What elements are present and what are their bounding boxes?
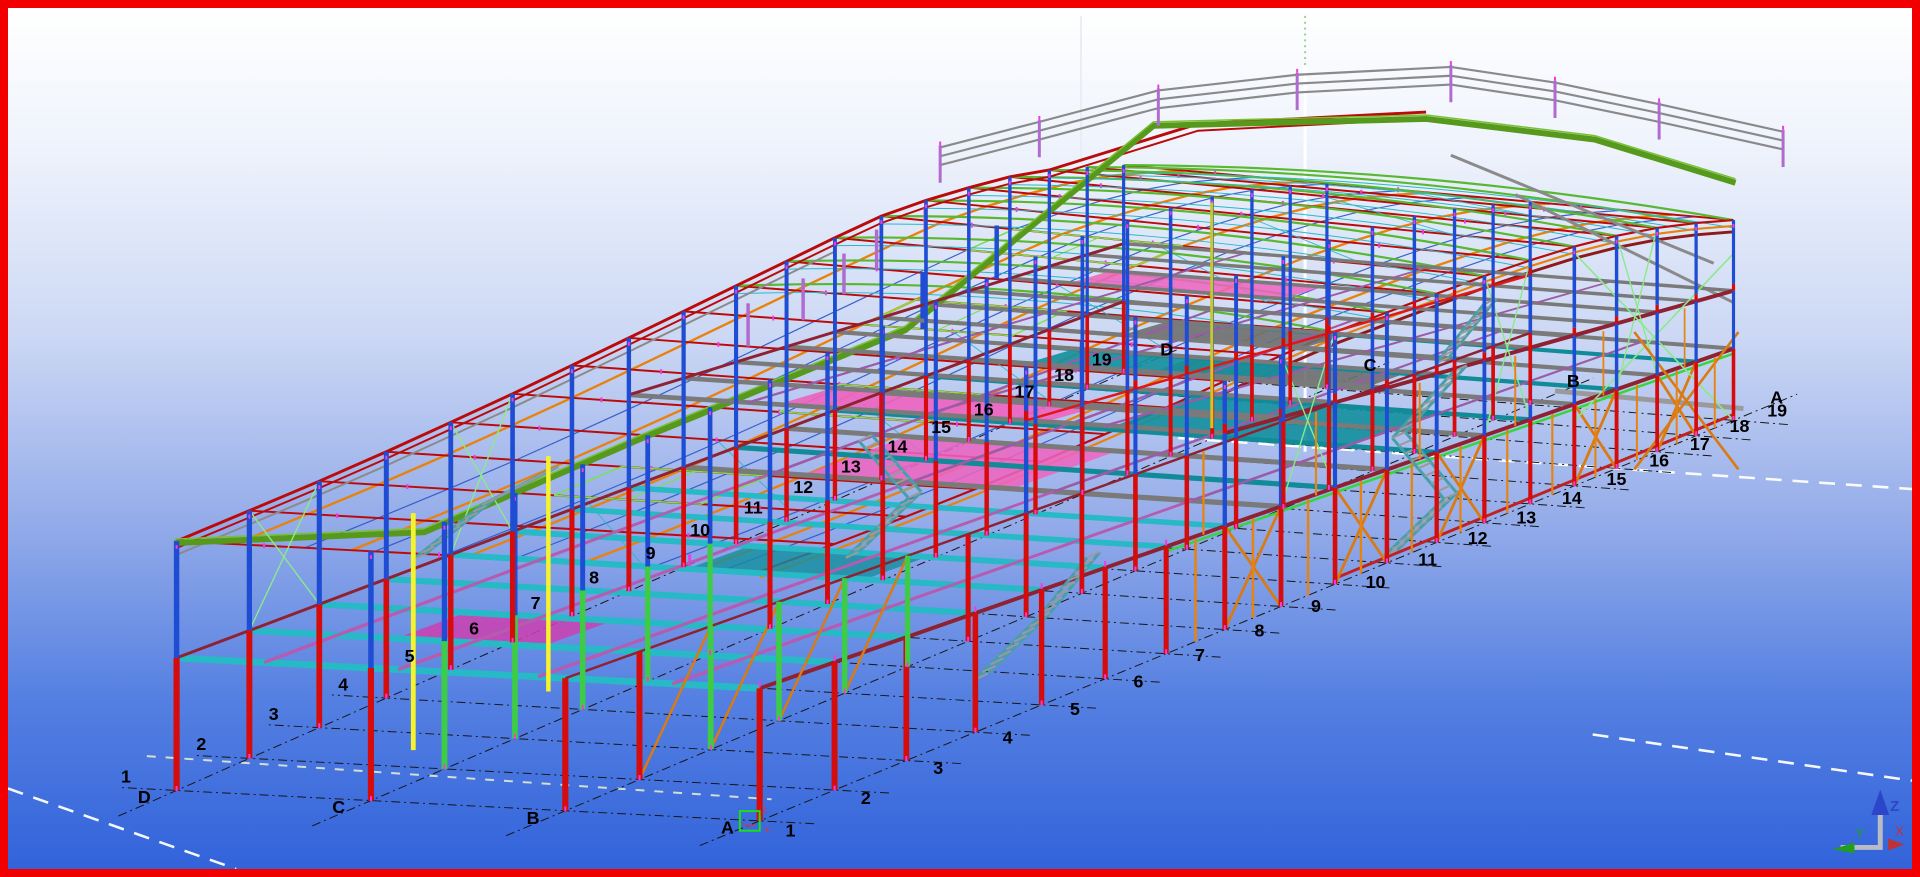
grid-label-front-3[interactable]: 3 [933, 758, 943, 778]
grid-label-front-18[interactable]: 18 [1730, 416, 1750, 436]
grid-label-back-7[interactable]: 7 [531, 593, 541, 613]
grid-label-front-4[interactable]: 4 [1003, 727, 1013, 747]
grid-label-back-14[interactable]: 14 [888, 437, 908, 457]
grid-label-front-11[interactable]: 11 [1418, 550, 1437, 570]
grid-label-front-1[interactable]: 1 [785, 821, 795, 841]
grid-label-back-13[interactable]: 13 [841, 456, 861, 476]
grid-letter-right-C[interactable]: C [1364, 355, 1377, 375]
grid-letter-left-D[interactable]: D [138, 787, 151, 807]
grid-letter-right-D[interactable]: D [1160, 340, 1173, 360]
grid-label-front-13[interactable]: 13 [1516, 508, 1536, 528]
grid-label-back-8[interactable]: 8 [589, 567, 599, 587]
grid-label-back-11[interactable]: 11 [744, 498, 763, 518]
grid-label-front-6[interactable]: 6 [1134, 671, 1144, 691]
grid-label-front-7[interactable]: 7 [1195, 645, 1205, 665]
grid-label-front-15[interactable]: 15 [1607, 469, 1627, 489]
model-window: zxZXY11223344556677889910101111121213131… [0, 0, 1920, 877]
grid-label-back-18[interactable]: 18 [1054, 365, 1074, 385]
grid-label-front-16[interactable]: 16 [1649, 451, 1669, 471]
grid-label-back-17[interactable]: 17 [1015, 382, 1035, 402]
grid-label-front-5[interactable]: 5 [1070, 699, 1080, 719]
grid-label-back-1[interactable]: 1 [121, 767, 131, 787]
axis-y-label: Y [1855, 826, 1864, 841]
axis-x-label: X [1895, 824, 1904, 839]
grid-label-back-15[interactable]: 15 [931, 417, 951, 437]
grid-label-back-10[interactable]: 10 [690, 520, 710, 540]
origin-z-letter: z [762, 805, 767, 816]
grid-label-back-19[interactable]: 19 [1092, 349, 1112, 369]
grid-label-back-2[interactable]: 2 [196, 734, 206, 754]
grid-label-back-6[interactable]: 6 [469, 618, 479, 638]
grid-letter-left-C[interactable]: C [332, 797, 345, 817]
grid-label-back-12[interactable]: 12 [793, 477, 813, 497]
grid-label-front-8[interactable]: 8 [1255, 620, 1265, 640]
model-viewport[interactable]: zxZXY11223344556677889910101111121213131… [8, 8, 1912, 869]
grid-label-front-17[interactable]: 17 [1690, 434, 1710, 454]
grid-label-back-9[interactable]: 9 [646, 543, 656, 563]
grid-label-back-3[interactable]: 3 [269, 704, 279, 724]
grid-label-back-16[interactable]: 16 [974, 400, 994, 420]
grid-label-front-10[interactable]: 10 [1366, 572, 1386, 592]
grid-label-front-12[interactable]: 12 [1468, 528, 1488, 548]
grid-letter-left-A[interactable]: A [721, 818, 734, 838]
grid-label-front-14[interactable]: 14 [1562, 488, 1582, 508]
grid-letter-right-A[interactable]: A [1770, 388, 1783, 408]
grid-label-back-4[interactable]: 4 [338, 674, 348, 694]
grid-label-front-2[interactable]: 2 [861, 788, 871, 808]
axis-z-label: Z [1890, 799, 1899, 815]
grid-label-back-5[interactable]: 5 [405, 646, 415, 666]
origin-x-letter: x [765, 825, 770, 836]
grid-label-front-9[interactable]: 9 [1311, 596, 1321, 616]
grid-letter-right-B[interactable]: B [1567, 371, 1580, 391]
grid-letter-left-B[interactable]: B [527, 808, 540, 828]
